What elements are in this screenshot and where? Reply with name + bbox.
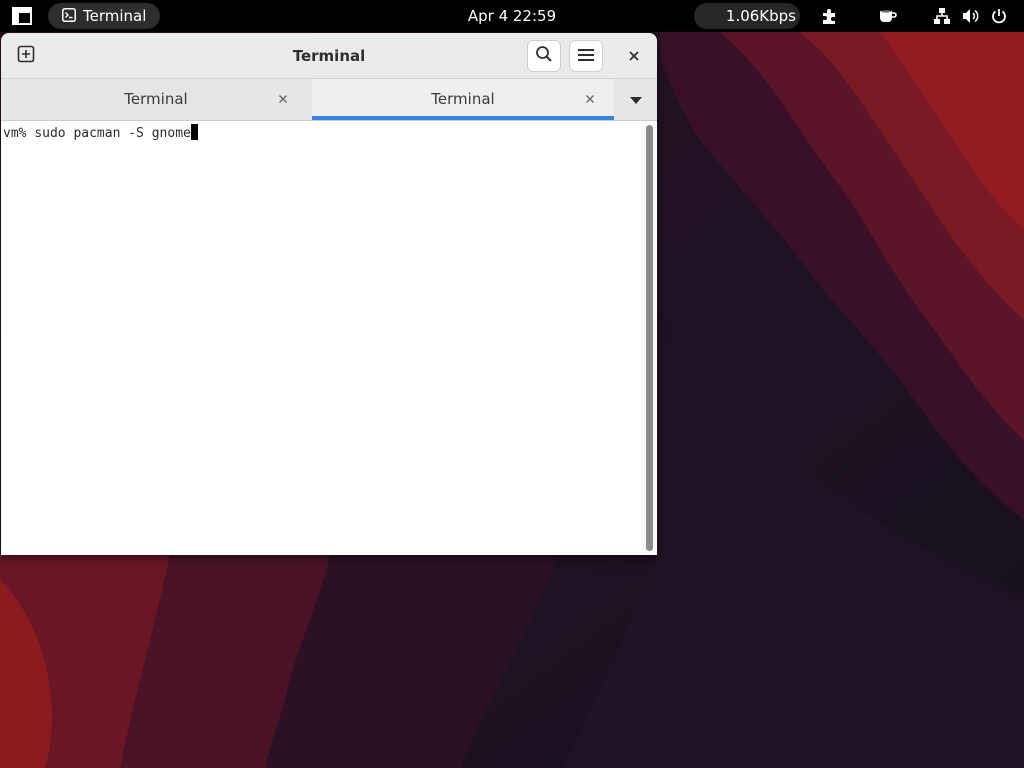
scrollbar-thumb[interactable] <box>646 125 653 551</box>
terminal-command-line: vm% sudo pacman -S gnome <box>3 124 198 141</box>
search-icon <box>535 45 553 67</box>
window-close-button[interactable] <box>617 40 651 72</box>
volume-icon[interactable] <box>960 0 982 32</box>
tabs-dropdown-button[interactable] <box>621 79 651 120</box>
tab-terminal-2[interactable]: Terminal <box>312 79 614 120</box>
terminal-window: Terminal Terminal Terminal vm% sudo pacm… <box>1 33 657 555</box>
hamburger-menu-icon <box>578 47 594 66</box>
network-icon[interactable] <box>931 0 953 32</box>
terminal-command: sudo pacman -S gnome <box>34 126 191 141</box>
terminal-prompt: vm% <box>3 126 35 141</box>
tab-terminal-1[interactable]: Terminal <box>5 79 307 120</box>
net-speed-indicator[interactable]: 1.06Kbps <box>694 3 800 29</box>
power-icon[interactable] <box>988 0 1010 32</box>
chevron-down-icon <box>630 90 642 109</box>
top-bar: Terminal Apr 4 22:59 1.06Kbps <box>0 0 1024 32</box>
window-title: Terminal <box>292 47 366 65</box>
extensions-icon[interactable] <box>818 0 842 32</box>
terminal-app-icon <box>62 7 76 26</box>
close-icon <box>628 47 640 66</box>
app-menu-button[interactable]: Terminal <box>48 3 160 29</box>
tab-label: Terminal <box>431 90 495 108</box>
text-cursor <box>190 124 198 140</box>
caffeine-icon[interactable] <box>876 0 900 32</box>
new-tab-icon <box>17 45 35 67</box>
tab-bar: Terminal Terminal <box>1 79 657 121</box>
activities-icon[interactable] <box>8 0 36 32</box>
tab-close-icon[interactable] <box>582 91 598 107</box>
search-button[interactable] <box>527 40 561 72</box>
app-menu-label: Terminal <box>83 7 147 25</box>
new-tab-button[interactable] <box>9 40 43 72</box>
header-bar: Terminal <box>1 33 657 79</box>
active-tab-indicator <box>312 116 614 120</box>
main-menu-button[interactable] <box>569 40 603 72</box>
terminal-area[interactable]: vm% sudo pacman -S gnome <box>1 121 657 555</box>
tab-label: Terminal <box>124 90 188 108</box>
clock[interactable]: Apr 4 22:59 <box>460 0 564 32</box>
tab-close-icon[interactable] <box>275 91 291 107</box>
